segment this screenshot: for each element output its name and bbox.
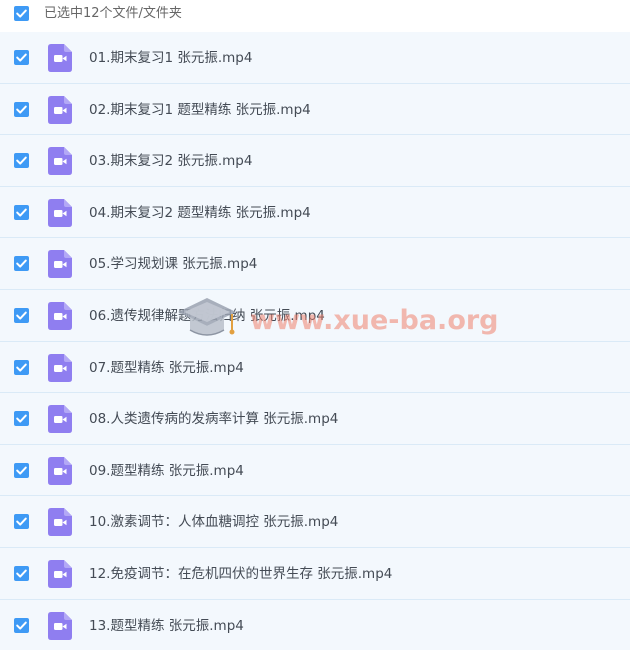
select-all-checkbox[interactable] — [14, 6, 29, 21]
file-row[interactable]: 06.遗传规律解题方法归纳 张元振.mp4 — [0, 289, 630, 342]
file-name: 03.期末复习2 张元振.mp4 — [89, 153, 253, 170]
file-row[interactable]: 10.激素调节：人体血糖调控 张元振.mp4 — [0, 496, 630, 548]
file-checkbox[interactable] — [14, 204, 29, 220]
checkmark-icon — [16, 621, 27, 630]
file-row[interactable]: 04.期末复习2 题型精练 张元振.mp4 — [0, 186, 630, 239]
checkmark-icon — [16, 105, 27, 114]
file-selection-panel: 已选中12个文件/文件夹 01.期末复习1 张元振.mp4 02.期末复习1 题型… — [0, 0, 630, 650]
file-list: 01.期末复习1 张元振.mp4 02.期末复习1 题型精练 张元振.mp4 03.… — [0, 32, 630, 650]
video-file-icon — [48, 405, 72, 434]
checkmark-icon — [16, 156, 27, 165]
file-checkbox[interactable] — [14, 411, 29, 427]
file-name: 10.激素调节：人体血糖调控 张元振.mp4 — [89, 514, 339, 531]
checkmark-icon — [16, 414, 27, 423]
file-row[interactable]: 12.免疫调节：在危机四伏的世界生存 张元振.mp4 — [0, 547, 630, 600]
selection-header: 已选中12个文件/文件夹 — [0, 0, 630, 30]
file-checkbox[interactable] — [14, 256, 29, 272]
video-file-icon — [48, 250, 72, 279]
checkmark-icon — [16, 259, 27, 268]
checkmark-icon — [16, 208, 27, 217]
file-row[interactable]: 13.题型精练 张元振.mp4 — [0, 599, 630, 650]
video-file-icon — [48, 559, 72, 588]
video-file-icon — [48, 508, 72, 537]
file-row[interactable]: 07.题型精练 张元振.mp4 — [0, 341, 630, 394]
checkmark-icon — [16, 517, 27, 526]
file-row[interactable]: 03.期末复习2 张元振.mp4 — [0, 135, 630, 187]
selection-count-label: 已选中12个文件/文件夹 — [44, 6, 182, 21]
checkmark-icon — [16, 311, 27, 320]
file-row[interactable]: 08.人类遗传病的发病率计算 张元振.mp4 — [0, 393, 630, 445]
video-file-icon — [48, 353, 72, 382]
file-checkbox[interactable] — [14, 307, 29, 323]
file-name: 09.题型精练 张元振.mp4 — [89, 462, 244, 479]
file-name: 07.题型精练 张元振.mp4 — [89, 359, 244, 376]
video-file-icon — [48, 198, 72, 227]
video-file-icon — [48, 611, 72, 640]
file-name: 13.题型精练 张元振.mp4 — [89, 617, 244, 634]
file-checkbox[interactable] — [14, 617, 29, 633]
file-checkbox[interactable] — [14, 50, 29, 65]
file-checkbox[interactable] — [14, 462, 29, 478]
file-row[interactable]: 01.期末复习1 张元振.mp4 — [0, 32, 630, 84]
video-file-icon — [48, 456, 72, 485]
checkmark-icon — [16, 9, 27, 18]
file-name: 12.免疫调节：在危机四伏的世界生存 张元振.mp4 — [89, 565, 393, 582]
video-file-icon — [48, 147, 72, 176]
checkmark-icon — [16, 363, 27, 372]
file-row[interactable]: 02.期末复习1 题型精练 张元振.mp4 — [0, 83, 630, 136]
checkmark-icon — [16, 53, 27, 62]
file-checkbox[interactable] — [14, 359, 29, 375]
file-name: 08.人类遗传病的发病率计算 张元振.mp4 — [89, 411, 339, 428]
video-file-icon — [48, 95, 72, 124]
checkmark-icon — [16, 569, 27, 578]
file-checkbox[interactable] — [14, 101, 29, 117]
file-name: 01.期末复习1 张元振.mp4 — [89, 50, 253, 66]
file-checkbox[interactable] — [14, 514, 29, 530]
file-checkbox[interactable] — [14, 153, 29, 169]
video-file-icon — [48, 44, 72, 72]
file-row[interactable]: 09.题型精练 张元振.mp4 — [0, 444, 630, 497]
file-name: 06.遗传规律解题方法归纳 张元振.mp4 — [89, 307, 325, 324]
checkmark-icon — [16, 466, 27, 475]
file-name: 04.期末复习2 题型精练 张元振.mp4 — [89, 204, 311, 221]
file-checkbox[interactable] — [14, 565, 29, 581]
video-file-icon — [48, 301, 72, 330]
file-name: 02.期末复习1 题型精练 张元振.mp4 — [89, 101, 311, 118]
file-name: 05.学习规划课 张元振.mp4 — [89, 256, 258, 273]
file-row[interactable]: 05.学习规划课 张元振.mp4 — [0, 238, 630, 290]
